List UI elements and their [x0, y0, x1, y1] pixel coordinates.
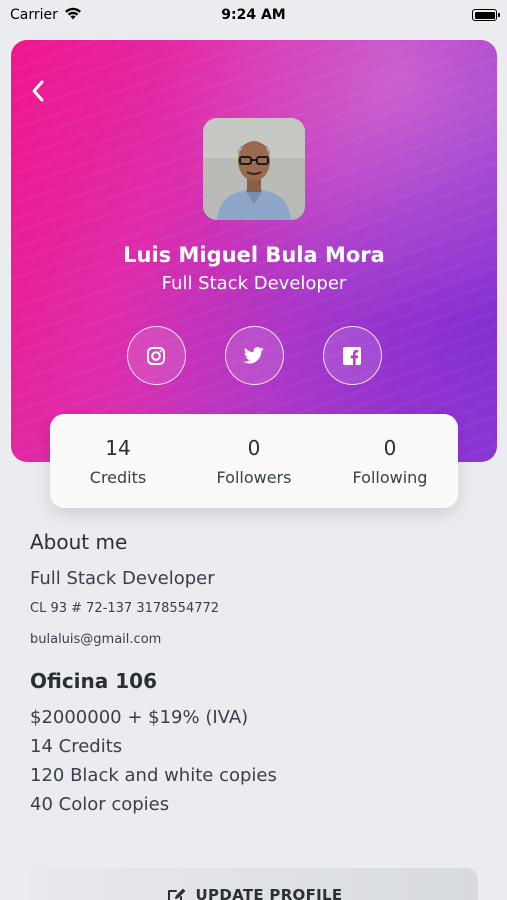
office-credits: 14 Credits [30, 736, 123, 757]
stat-credits[interactable]: 14 Credits [50, 436, 186, 487]
about-title: About me [30, 530, 128, 554]
instagram-button[interactable] [126, 326, 186, 385]
update-profile-label: UPDATE PROFILE [195, 886, 343, 900]
edit-icon [167, 888, 185, 900]
office-title: Oficina 106 [30, 669, 157, 693]
profile-role: Full Stack Developer [161, 273, 347, 294]
facebook-button[interactable] [322, 326, 382, 385]
status-bar: Carrier 9:24 AM [0, 0, 507, 30]
avatar [203, 118, 305, 220]
stat-value: 0 [247, 435, 261, 460]
stat-value: 14 [105, 435, 131, 460]
stat-label: Followers [216, 467, 292, 487]
stat-followers[interactable]: 0 Followers [186, 436, 322, 487]
update-profile-button[interactable]: UPDATE PROFILE [30, 868, 478, 900]
twitter-button[interactable] [224, 326, 284, 385]
battery-icon [472, 9, 500, 21]
stat-label: Following [352, 467, 428, 487]
back-button[interactable] [25, 76, 51, 106]
profile-details: About me Full Stack Developer CL 93 # 72… [30, 530, 480, 823]
about-address: CL 93 # 72-137 3178554772 [30, 601, 220, 616]
profile-header: Luis Miguel Bula Mora Full Stack Develop… [11, 40, 497, 462]
instagram-icon [147, 346, 165, 365]
office-price: $2000000 + $19% (IVA) [30, 707, 249, 728]
twitter-icon [243, 346, 264, 363]
stat-value: 0 [383, 435, 397, 460]
stat-label: Credits [89, 467, 147, 487]
about-role: Full Stack Developer [30, 568, 215, 589]
stats-card: 14 Credits 0 Followers 0 Following [50, 414, 458, 508]
office-bw-copies: 120 Black and white copies [30, 765, 277, 786]
social-links [11, 326, 497, 385]
profile-name: Luis Miguel Bula Mora [123, 243, 385, 267]
about-email: bulaluis@gmail.com [30, 632, 162, 647]
chevron-left-icon [32, 80, 44, 102]
stat-following[interactable]: 0 Following [322, 436, 458, 487]
status-time: 9:24 AM [221, 7, 286, 23]
office-color-copies: 40 Color copies [30, 794, 170, 815]
facebook-icon [343, 346, 361, 365]
